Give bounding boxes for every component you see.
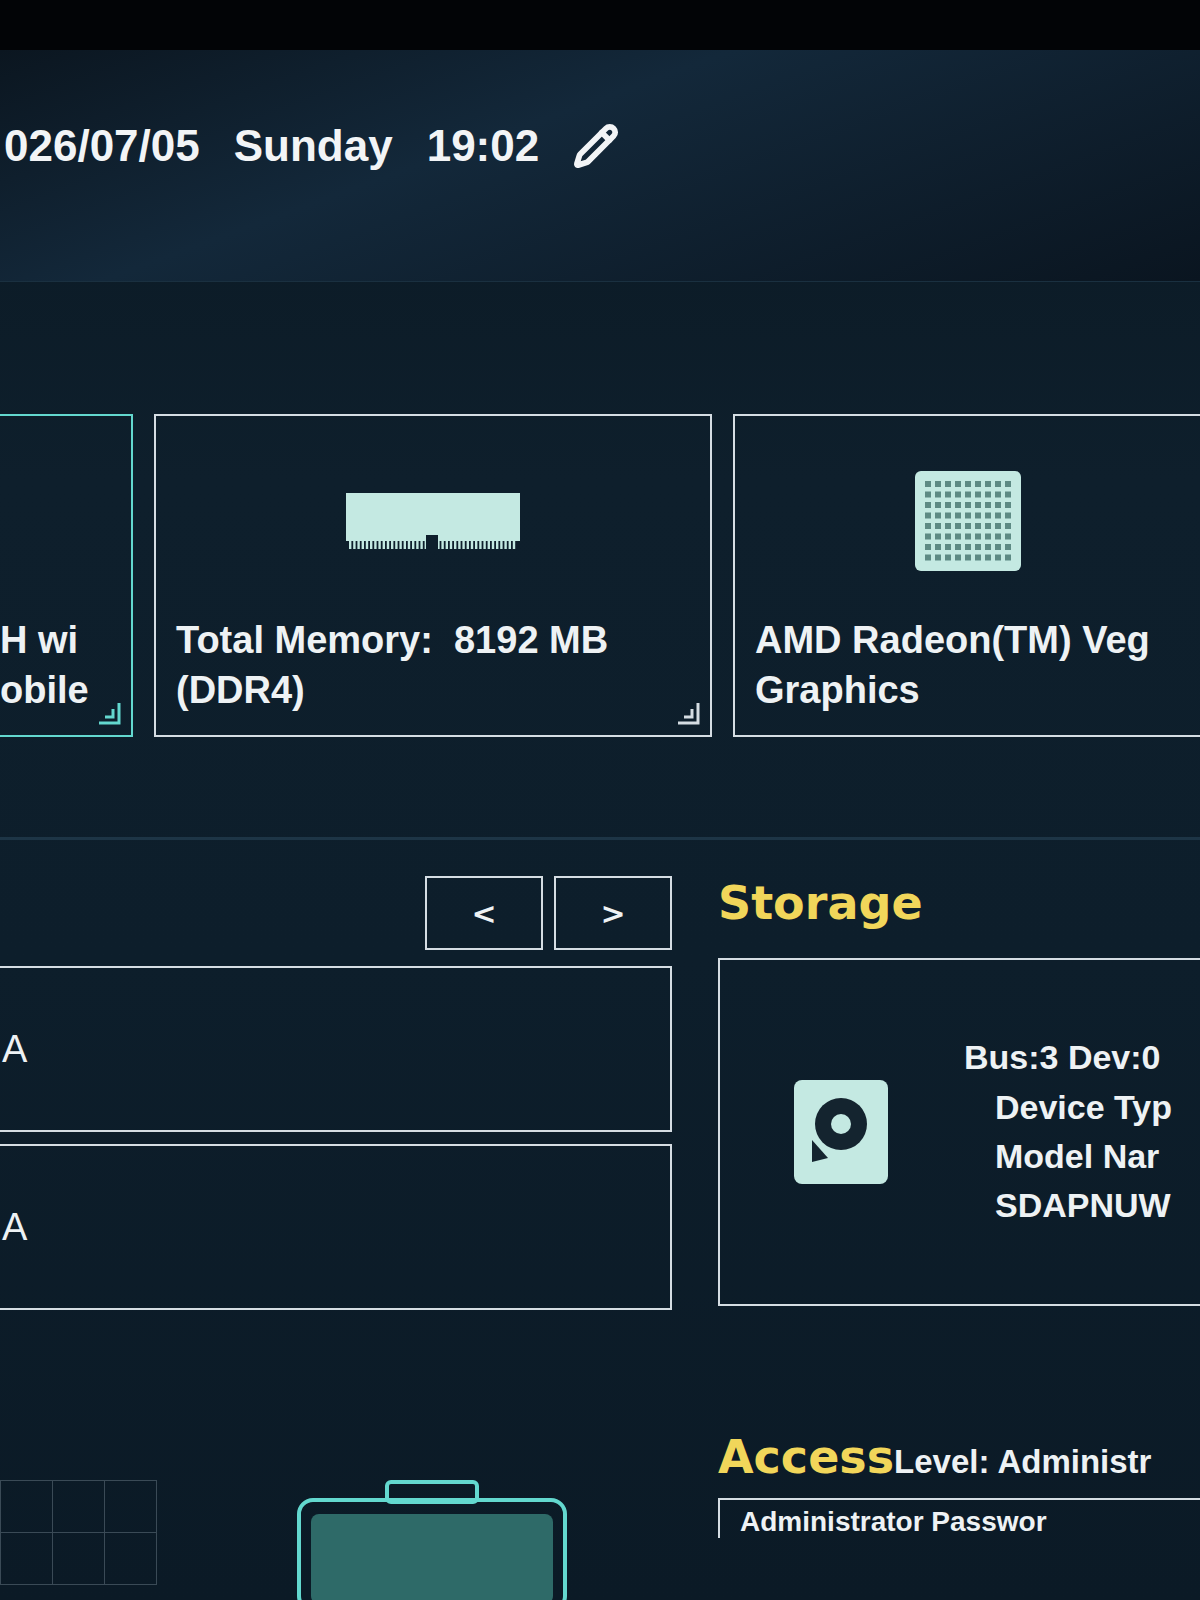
card-icon-area [755, 466, 1180, 576]
card-icon-area [176, 466, 690, 576]
battery-icon [297, 1480, 567, 1600]
corner-expand-icon[interactable] [97, 701, 123, 727]
card-text: H wiobile [0, 616, 89, 715]
access-panel: AccessLevel: Administr Administrator Pass… [718, 1430, 1200, 1600]
info-cards: H wiobile Total Memory: 8192 MB(DDR4) AMD … [0, 414, 1200, 737]
card-text: Total Memory: 8192 MB(DDR4) [176, 616, 690, 715]
access-title: Access [718, 1430, 894, 1484]
storage-line: Model Nar [964, 1132, 1172, 1181]
edit-pencil-icon[interactable] [573, 123, 619, 169]
divider [0, 837, 1200, 840]
storage-device[interactable]: Bus:3 Dev:0Device TypModel NarSDAPNUW [718, 958, 1200, 1306]
time: 19:02 [427, 121, 540, 171]
bottom-panel: AccessLevel: Administr Administrator Pass… [0, 1430, 1200, 1600]
nav-button[interactable]: < [425, 876, 543, 950]
card-text: AMD Radeon(TM) VegGraphics [755, 616, 1180, 715]
info-card[interactable]: Total Memory: 8192 MB(DDR4) [154, 414, 712, 737]
nav-button[interactable]: > [554, 876, 672, 950]
memory-icon [346, 491, 520, 551]
corner-expand-icon[interactable] [676, 701, 702, 727]
list-item[interactable]: A [0, 1144, 672, 1310]
info-card[interactable]: H wiobile [0, 414, 133, 737]
bios-screen: 026/07/05 Sunday 19:02 H wiobile Total Memor… [0, 0, 1200, 1600]
storage-line: Bus:3 Dev:0 [964, 1033, 1172, 1082]
storage-info: Bus:3 Dev:0Device TypModel NarSDAPNUW [964, 1033, 1172, 1230]
day: Sunday [234, 121, 393, 171]
grid-decoration [0, 1480, 157, 1585]
list-item[interactable]: A [0, 966, 672, 1132]
storage-panel: Storage Bus:3 Dev:0Device TypModel NarSDA… [718, 876, 1200, 1310]
access-level: Level: Administr [894, 1443, 1151, 1481]
gpu-chip-icon [915, 471, 1021, 571]
access-line: AccessLevel: Administr [718, 1430, 1200, 1484]
storage-line: SDAPNUW [964, 1181, 1172, 1230]
storage-line: Device Typ [964, 1083, 1172, 1132]
top-bar [0, 0, 1200, 50]
password-field[interactable]: Administrator Passwor [718, 1498, 1200, 1538]
date: 026/07/05 [4, 121, 200, 171]
bottom-left [0, 1430, 718, 1600]
lower-panel: <> AA Storage Bus:3 Dev:0Device TypModel Na… [0, 876, 1200, 1310]
nav-row: <> [0, 876, 672, 950]
header: 026/07/05 Sunday 19:02 [0, 50, 1200, 282]
disk-icon [794, 1080, 888, 1184]
storage-title: Storage [718, 876, 1200, 930]
info-card[interactable]: AMD Radeon(TM) VegGraphics [733, 414, 1200, 737]
left-column: <> AA [0, 876, 672, 1310]
